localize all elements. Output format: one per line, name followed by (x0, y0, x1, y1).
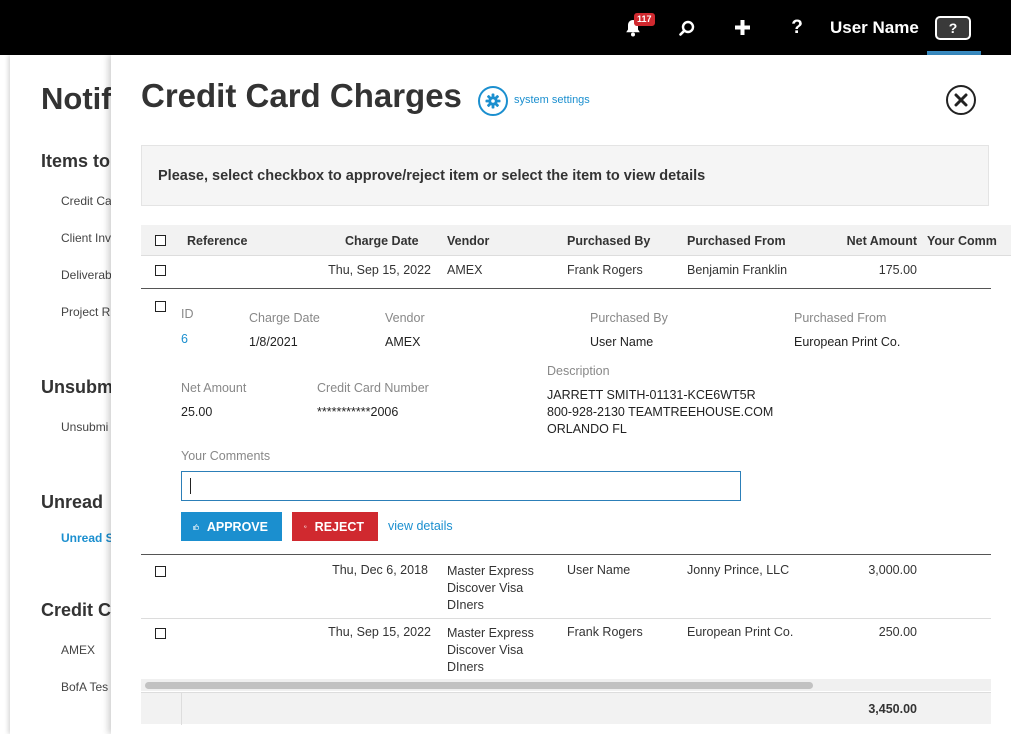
header-reference[interactable]: Reference (187, 234, 247, 248)
row-net-amount: 250.00 (878, 625, 917, 639)
header-purchased-from[interactable]: Purchased From (687, 234, 786, 248)
bg-item-project[interactable]: Project R (61, 305, 110, 319)
close-icon[interactable] (946, 85, 976, 115)
header-purchased-by[interactable]: Purchased By (567, 234, 650, 248)
detail-card-number-label: Credit Card Number (317, 381, 429, 395)
reject-button[interactable]: REJECT (292, 512, 378, 541)
view-details-link[interactable]: view details (388, 519, 453, 533)
search-icon[interactable] (676, 0, 698, 55)
scrollbar-thumb[interactable] (145, 682, 813, 689)
row-net-amount: 3,000.00 (868, 563, 917, 577)
row-charge-date: Thu, Sep 15, 2022 (328, 263, 431, 277)
notifications-bell-icon[interactable] (620, 0, 646, 55)
top-bar: 117 ? User Name ? (0, 0, 1011, 55)
bg-item-bofa[interactable]: BofA Tes (61, 680, 108, 694)
detail-purchased-by-label: Purchased By (590, 311, 668, 325)
row-vendor: Master Express Discover Visa DIners (447, 564, 534, 612)
help-button[interactable]: ? (786, 0, 808, 55)
bg-item-amex[interactable]: AMEX (61, 643, 95, 657)
header-charge-date[interactable]: Charge Date (345, 234, 419, 248)
row-purchased-from: European Print Co. (687, 625, 794, 639)
row-charge-date: Thu, Dec 6, 2018 (332, 563, 428, 577)
totals-row: 3,450.00 (141, 692, 991, 725)
background-page: Notifi Items to Credit Ca Client Inv Del… (10, 55, 120, 734)
thumbs-down-icon (304, 525, 307, 528)
detail-net-amount-label: Net Amount (181, 381, 247, 395)
instruction-banner: Please, select checkbox to approve/rejec… (141, 145, 989, 206)
bg-item-unread[interactable]: Unread S (61, 531, 114, 545)
detail-purchased-by-value: User Name (590, 335, 654, 349)
row-purchased-by: User Name (567, 563, 631, 577)
table-header: Reference Charge Date Vendor Purchased B… (141, 225, 1011, 256)
row-purchased-by: Frank Rogers (567, 625, 643, 639)
bg-item-credit-card[interactable]: Credit Ca (61, 194, 112, 208)
background-page-title: Notifi (41, 81, 121, 116)
detail-charge-date-label: Charge Date (249, 311, 320, 325)
thumbs-up-icon (193, 523, 199, 530)
section-title-unread: Unread (41, 492, 104, 512)
notification-count-badge: 117 (634, 13, 655, 26)
row-divider (141, 618, 991, 619)
row-purchased-from: Benjamin Franklin (687, 263, 788, 277)
panel-title: Credit Card Charges (141, 77, 462, 114)
row-purchased-by: Frank Rogers (567, 263, 643, 277)
detail-purchased-from-label: Purchased From (794, 311, 887, 325)
section-title-credit-cards: Credit C (41, 600, 112, 620)
row-charge-date: Thu, Sep 15, 2022 (328, 625, 431, 639)
system-settings-link[interactable]: system settings (514, 94, 590, 106)
section-title-unsubmitted: Unsubm (41, 377, 113, 397)
row-vendor: Master Express Discover Visa DIners (447, 626, 534, 674)
detail-vendor-label: Vendor (385, 311, 425, 325)
select-all-checkbox[interactable] (155, 235, 166, 246)
help-box-button[interactable]: ? (934, 0, 972, 55)
header-your-comments[interactable]: Your Comm (927, 234, 997, 248)
section-title-items: Items to (41, 151, 111, 171)
row-checkbox[interactable] (155, 628, 166, 639)
detail-checkbox[interactable] (155, 301, 166, 312)
charges-table: Reference Charge Date Vendor Purchased B… (141, 225, 1011, 725)
detail-id-value[interactable]: 6 (181, 332, 188, 346)
approve-label: APPROVE (206, 519, 268, 534)
row-checkbox[interactable] (155, 566, 166, 577)
bg-item-client-invoices[interactable]: Client Inv (61, 231, 111, 245)
row-purchased-from: Jonny Prince, LLC (687, 563, 790, 577)
gear-icon[interactable] (478, 86, 508, 116)
row-divider (141, 554, 991, 555)
header-vendor[interactable]: Vendor (447, 234, 489, 248)
detail-id-label: ID (181, 307, 194, 321)
row-checkbox[interactable] (155, 265, 166, 276)
horizontal-scrollbar[interactable] (141, 679, 991, 691)
comments-label: Your Comments (181, 449, 271, 463)
detail-card-number-value: ***********2006 (317, 405, 399, 419)
row-divider (141, 288, 991, 289)
user-menu[interactable]: User Name (830, 0, 920, 55)
detail-charge-date-value: 1/8/2021 (249, 335, 298, 349)
detail-vendor-value: AMEX (385, 335, 421, 349)
total-net-amount: 3,450.00 (868, 702, 917, 716)
bg-item-unsubmitted[interactable]: Unsubmi (61, 420, 108, 434)
comments-input[interactable] (181, 471, 741, 501)
approve-button[interactable]: APPROVE (181, 512, 282, 541)
row-net-amount: 175.00 (878, 263, 917, 277)
detail-description-label: Description (547, 364, 610, 378)
credit-card-charges-panel: Credit Card Charges system settings Plea… (111, 55, 1011, 734)
help-box-icon: ? (935, 15, 971, 40)
detail-net-amount-value: 25.00 (181, 405, 213, 419)
totals-divider (181, 693, 182, 725)
text-caret (190, 478, 191, 494)
detail-purchased-from-value: European Print Co. (794, 335, 901, 349)
add-icon[interactable] (731, 0, 753, 55)
row-vendor: AMEX (447, 263, 483, 277)
header-net-amount[interactable]: Net Amount (827, 234, 917, 248)
bg-item-deliverables[interactable]: Deliverab (61, 268, 112, 282)
detail-description-value: JARRETT SMITH-01131-KCE6WT5R 800-928-213… (547, 388, 774, 436)
reject-label: REJECT (314, 519, 364, 534)
